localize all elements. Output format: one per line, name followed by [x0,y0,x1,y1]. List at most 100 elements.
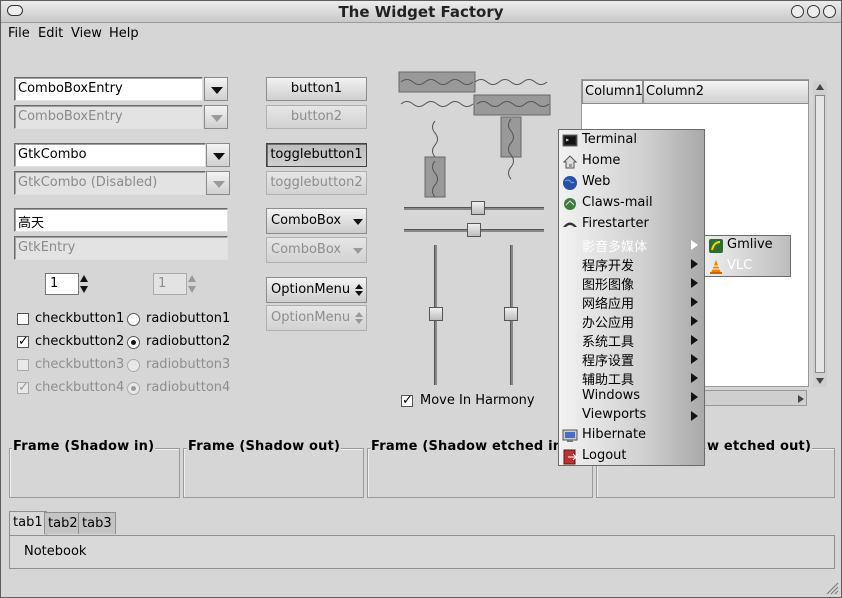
column-header-1[interactable]: Column1 [582,80,643,104]
close-icon[interactable] [823,5,836,18]
menu-item-label: 影音多媒体 [582,240,648,255]
menu-item-hibernate[interactable]: Hibernate [559,426,704,446]
submenu-arrow-icon [691,278,698,288]
move-in-harmony-checkbox[interactable]: ✓ [401,393,413,408]
combobox-button[interactable]: ComboBox [266,208,367,234]
logout-icon [563,449,577,465]
menu-item-home[interactable]: Home [559,152,704,172]
radiobutton2-circle[interactable] [127,336,140,349]
menu-item-label: Claws-mail [582,195,653,210]
scrollbar-thumb[interactable] [815,95,825,373]
menu-item-accessories[interactable]: 辅助工具 [559,368,704,388]
checkbutton3-box [17,359,29,371]
gtkcombo-disabled-dropdown [206,171,230,195]
checkbutton2-box[interactable]: ✓ [17,335,29,348]
menu-view[interactable]: View [71,26,102,41]
combobox-disabled-button: ComboBox [266,237,367,263]
checkbutton1-label[interactable]: checkbutton1 [35,311,124,326]
menu-bar: File Edit View Help [1,23,841,45]
button1[interactable]: button1 [266,77,367,101]
menu-item-label: 系统工具 [582,335,635,350]
menu-item-viewports[interactable]: Viewports [559,406,704,426]
menu-item-firestarter[interactable]: Firestarter [559,215,704,235]
menu-item-multimedia[interactable]: 影音多媒体 [559,235,704,255]
submenu-arrow-icon [691,354,698,364]
scroll-down-icon[interactable] [815,377,825,385]
checkbutton1-box[interactable] [17,313,29,325]
minimize-icon[interactable] [791,5,804,18]
menu-help[interactable]: Help [109,26,139,41]
menu-item-label: 程序设置 [582,354,635,369]
menu-item-label: Viewports [582,407,647,422]
menu-item-label: Gmlive [727,237,773,252]
radiobutton4-circle [127,382,140,395]
text-entry[interactable]: 高天 [14,208,228,232]
spin-button-input[interactable]: 1 [45,273,79,295]
checkmark-icon: ✓ [402,393,413,408]
menu-item-label: VLC [727,258,753,273]
title-bar[interactable]: The Widget Factory [1,1,841,23]
menu-item-label: 程序开发 [582,259,635,274]
hscale-slider[interactable] [471,201,485,215]
horizontal-scrollbar[interactable] [703,390,807,406]
submenu-arrow-icon [691,297,698,307]
menu-item-label: 辅助工具 [582,373,635,388]
hibernate-icon [562,429,578,442]
menu-item-settings[interactable]: 程序设置 [559,349,704,369]
menu-item-label: Windows [582,388,641,403]
checkbutton3-label: checkbutton3 [35,357,125,372]
scroll-right-icon[interactable] [797,394,805,404]
hscale-slider[interactable] [467,223,481,237]
menu-edit[interactable]: Edit [38,26,63,41]
gtkcombo-input[interactable]: GtkCombo [14,143,206,167]
resize-grip-icon[interactable] [825,581,839,595]
radiobutton1-circle[interactable] [127,313,140,326]
column-header-2[interactable]: Column2 [643,80,809,104]
menu-file[interactable]: File [8,26,30,41]
menu-item-terminal[interactable]: Terminal [559,131,704,151]
maximize-icon[interactable] [807,5,820,18]
radiobutton4-label: radiobutton4 [146,380,231,395]
frame-shadow-out-label: Frame (Shadow out) [187,439,342,454]
checkbutton4-box: ✓ [17,380,29,395]
submenu-arrow-icon [691,240,698,250]
vlc-icon [710,260,722,274]
togglebutton1[interactable]: togglebutton1 [266,143,367,167]
optionmenu-button[interactable]: OptionMenu [266,277,367,303]
frame-shadow-etched-in-label: Frame (Shadow etched in) [370,439,570,454]
gtkcombo-dropdown-button[interactable] [206,143,230,167]
tab-1[interactable]: tab1 [9,511,47,535]
menu-item-windows[interactable]: Windows [559,387,704,407]
tab-3[interactable]: tab3 [78,512,116,534]
vertical-scrollbar[interactable] [813,81,827,387]
menu-item-gmlive[interactable]: Gmlive [705,236,790,256]
menu-item-system-tools[interactable]: 系统工具 [559,330,704,350]
frame-shadow-out [183,448,364,498]
radiobutton3-label: radiobutton3 [146,357,231,372]
tab-2[interactable]: tab2 [44,512,82,534]
radiobutton2-label[interactable]: radiobutton2 [146,334,230,349]
menu-item-development[interactable]: 程序开发 [559,254,704,274]
menu-item-web[interactable]: Web [559,173,704,193]
menu-item-claws-mail[interactable]: Claws-mail [559,194,704,214]
menu-item-logout[interactable]: Logout [559,447,704,467]
menu-item-vlc[interactable]: VLC [705,257,790,277]
vscale-slider[interactable] [504,307,518,321]
menu-item-network[interactable]: 网络应用 [559,292,704,312]
radiobutton1-label[interactable]: radiobutton1 [146,311,230,326]
submenu-arrow-icon [691,392,698,402]
menu-item-office[interactable]: 办公应用 [559,311,704,331]
combobox-entry-disabled-input: ComboBoxEntry [14,105,203,129]
menu-item-graphics[interactable]: 图形图像 [559,273,704,293]
vscale-slider[interactable] [429,307,443,321]
checkbutton2-label[interactable]: checkbutton2 [35,334,124,349]
move-in-harmony-label[interactable]: Move In Harmony [420,393,535,408]
scroll-up-icon[interactable] [815,83,825,91]
checkmark-icon: ✓ [18,380,29,395]
globe-icon [563,176,577,190]
notebook-page: Notebook [9,535,835,569]
menu-item-label: 办公应用 [582,316,635,331]
spin-arrows-icon[interactable] [79,273,89,295]
combobox-entry-dropdown-button[interactable] [204,77,228,101]
combobox-entry-input[interactable]: ComboBoxEntry [14,77,203,101]
